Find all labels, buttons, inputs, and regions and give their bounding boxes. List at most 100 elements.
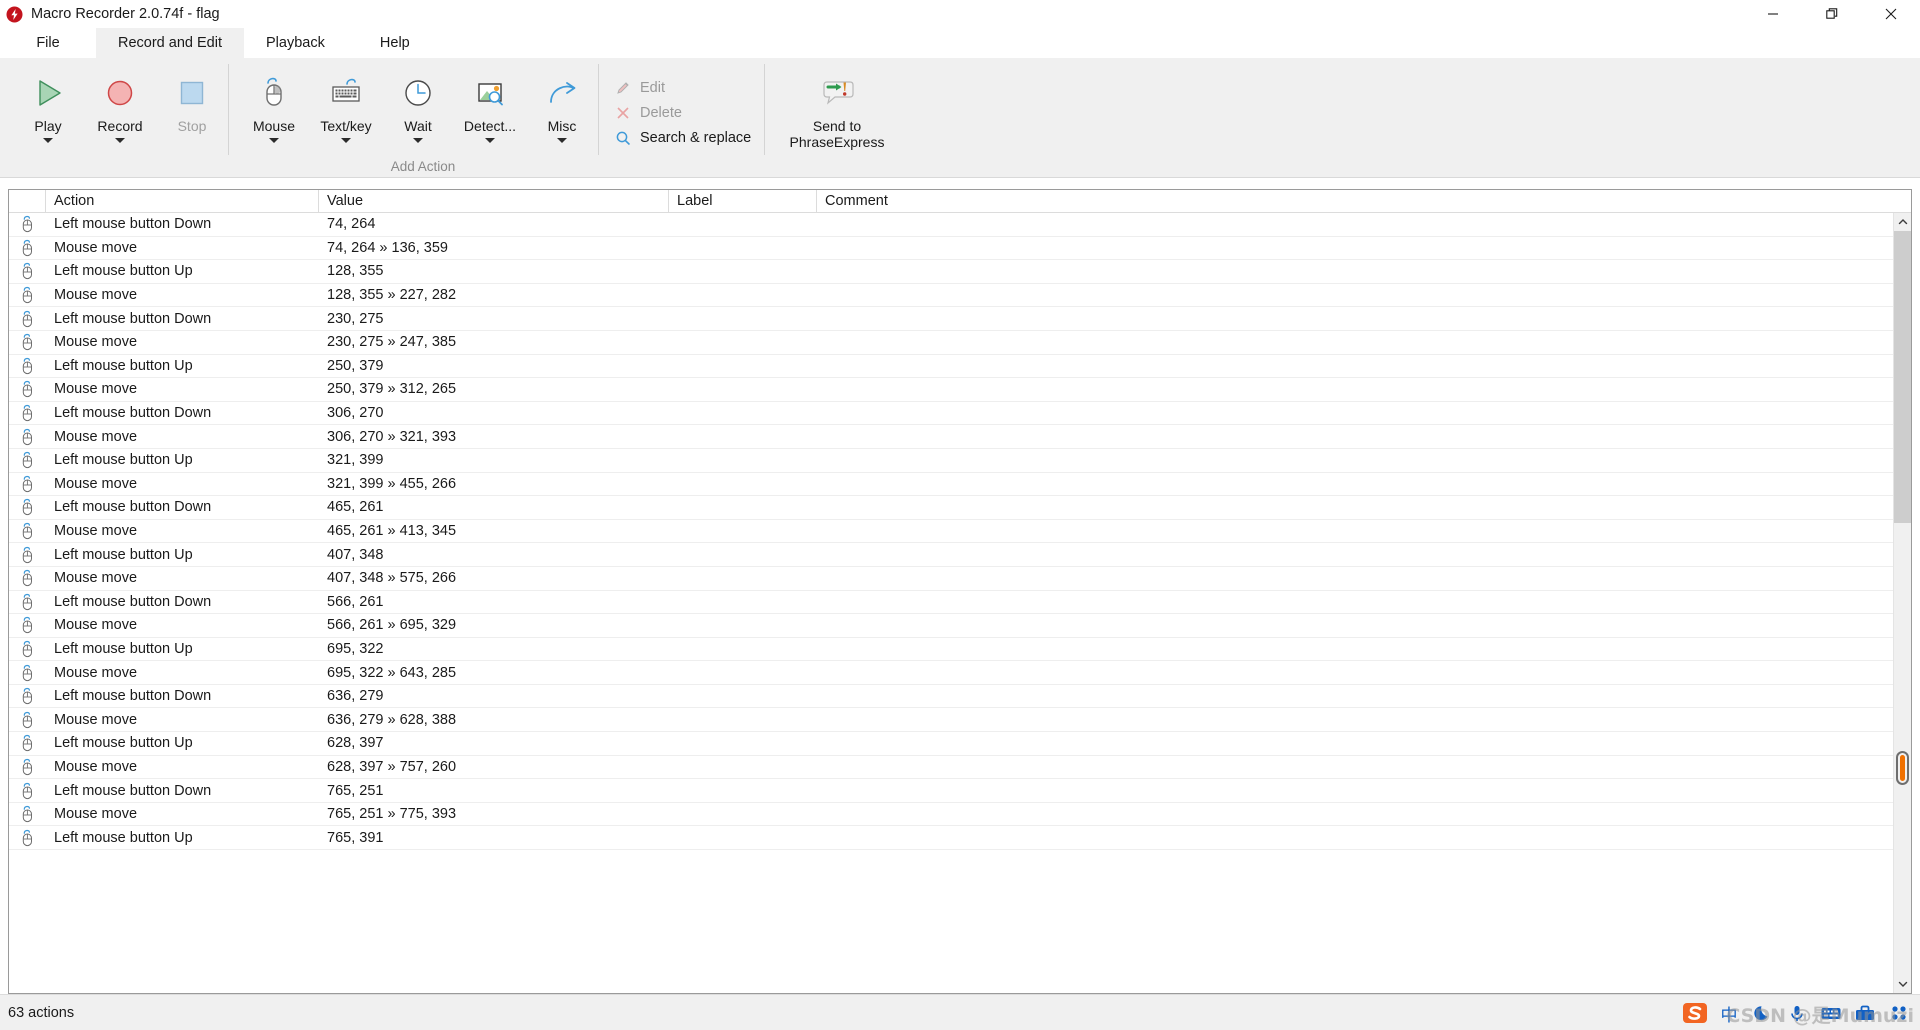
tab-file-label: File bbox=[36, 35, 60, 51]
table-row[interactable]: Left mouse button Down 74, 264 bbox=[9, 213, 1911, 237]
mouse-action-icon bbox=[9, 239, 46, 257]
minimize-button[interactable] bbox=[1743, 0, 1802, 28]
table-row[interactable]: Left mouse button Down 765, 251 bbox=[9, 779, 1911, 803]
row-action: Mouse move bbox=[54, 287, 138, 304]
row-value: 566, 261 » 695, 329 bbox=[327, 617, 457, 634]
microphone-icon[interactable] bbox=[1784, 1000, 1810, 1026]
row-action: Left mouse button Down bbox=[54, 782, 212, 799]
record-button[interactable]: Record bbox=[84, 65, 156, 144]
mouse-action-icon bbox=[9, 428, 46, 446]
mouse-action-icon bbox=[9, 616, 46, 634]
misc-dropdown-caret[interactable] bbox=[557, 138, 567, 144]
table-row[interactable]: Left mouse button Up 407, 348 bbox=[9, 543, 1911, 567]
moon-icon[interactable] bbox=[1750, 1000, 1776, 1026]
row-action: Left mouse button Up bbox=[54, 357, 193, 374]
record-dropdown-caret[interactable] bbox=[115, 138, 125, 144]
delete-command[interactable]: Delete bbox=[612, 100, 764, 125]
menu-dots-icon[interactable] bbox=[1886, 1000, 1912, 1026]
table-row[interactable]: Mouse move 636, 279 » 628, 388 bbox=[9, 708, 1911, 733]
scroll-down-button[interactable] bbox=[1894, 975, 1911, 993]
table-row[interactable]: Left mouse button Up 695, 322 bbox=[9, 638, 1911, 662]
scrollbar-position-marker[interactable] bbox=[1896, 751, 1909, 785]
table-row[interactable]: Mouse move 407, 348 » 575, 266 bbox=[9, 567, 1911, 591]
table-row[interactable]: Mouse move 321, 399 » 455, 266 bbox=[9, 473, 1911, 497]
column-header-label[interactable]: Label bbox=[669, 190, 817, 212]
close-button[interactable] bbox=[1861, 0, 1920, 28]
mouse-icon bbox=[257, 73, 291, 113]
row-value: 321, 399 bbox=[327, 452, 384, 469]
tab-playback[interactable]: Playback bbox=[244, 28, 347, 58]
table-row[interactable]: Mouse move 628, 397 » 757, 260 bbox=[9, 756, 1911, 780]
table-header-row: Action Value Label Comment bbox=[9, 190, 1911, 213]
table-row[interactable]: Mouse move 230, 275 » 247, 385 bbox=[9, 331, 1911, 355]
play-button[interactable]: Play bbox=[12, 65, 84, 144]
mouse-button[interactable]: Mouse bbox=[238, 65, 310, 144]
keyboard-icon[interactable] bbox=[1818, 1000, 1844, 1026]
column-header-action[interactable]: Action bbox=[46, 190, 319, 212]
table-row[interactable]: Left mouse button Up 628, 397 bbox=[9, 732, 1911, 756]
table-row[interactable]: Left mouse button Down 566, 261 bbox=[9, 591, 1911, 615]
detect-button[interactable]: Detect... bbox=[454, 65, 526, 144]
sogou-logo-icon[interactable] bbox=[1682, 1000, 1708, 1026]
textkey-dropdown-caret[interactable] bbox=[341, 138, 351, 144]
table-row[interactable]: Left mouse button Up 250, 379 bbox=[9, 355, 1911, 379]
mouse-action-icon bbox=[9, 758, 46, 776]
stop-button[interactable]: Stop bbox=[156, 65, 228, 134]
table-row[interactable]: Left mouse button Up 321, 399 bbox=[9, 449, 1911, 473]
table-row[interactable]: Left mouse button Down 306, 270 bbox=[9, 402, 1911, 426]
mouse-action-icon bbox=[9, 664, 46, 682]
mouse-action-icon bbox=[9, 522, 46, 540]
table-row[interactable]: Mouse move 765, 251 » 775, 393 bbox=[9, 803, 1911, 827]
scrollbar-marker-bar bbox=[1900, 755, 1905, 781]
send-to-phraseexpress-button[interactable]: Send to PhraseExpress bbox=[776, 65, 898, 150]
play-dropdown-caret[interactable] bbox=[43, 138, 53, 144]
column-header-value[interactable]: Value bbox=[319, 190, 669, 212]
maximize-button[interactable] bbox=[1802, 0, 1861, 28]
tab-help[interactable]: Help bbox=[347, 28, 443, 58]
row-action: Mouse move bbox=[54, 711, 138, 728]
column-header-comment[interactable]: Comment bbox=[817, 190, 1911, 212]
tab-file[interactable]: File bbox=[0, 28, 96, 58]
minimize-icon bbox=[1767, 13, 1778, 15]
vertical-scrollbar[interactable] bbox=[1893, 213, 1911, 993]
edit-command[interactable]: Edit bbox=[612, 75, 764, 100]
table-row[interactable]: Left mouse button Down 636, 279 bbox=[9, 685, 1911, 709]
row-action: Left mouse button Up bbox=[54, 735, 193, 752]
detect-dropdown-caret[interactable] bbox=[485, 138, 495, 144]
scroll-up-button[interactable] bbox=[1894, 213, 1911, 231]
mouse-action-icon bbox=[9, 310, 46, 328]
table-row[interactable]: Mouse move 566, 261 » 695, 329 bbox=[9, 614, 1911, 638]
table-row[interactable]: Mouse move 250, 379 » 312, 265 bbox=[9, 378, 1911, 402]
wait-button[interactable]: Wait bbox=[382, 65, 454, 144]
table-row[interactable]: Mouse move 128, 355 » 227, 282 bbox=[9, 284, 1911, 308]
row-value: 628, 397 » 757, 260 bbox=[327, 758, 457, 775]
row-action: Left mouse button Down bbox=[54, 593, 212, 610]
search-replace-command[interactable]: Search & replace bbox=[612, 125, 764, 150]
table-row[interactable]: Left mouse button Down 230, 275 bbox=[9, 307, 1911, 331]
table-row[interactable]: Mouse move 465, 261 » 413, 345 bbox=[9, 520, 1911, 544]
mouse-dropdown-caret[interactable] bbox=[269, 138, 279, 144]
row-value: 695, 322 bbox=[327, 640, 384, 657]
column-header-icon[interactable] bbox=[9, 190, 46, 212]
keyboard-icon bbox=[328, 73, 364, 113]
row-action: Left mouse button Up bbox=[54, 263, 193, 280]
row-action: Mouse move bbox=[54, 523, 138, 540]
toolbox-icon[interactable] bbox=[1852, 1000, 1878, 1026]
wait-dropdown-caret[interactable] bbox=[413, 138, 423, 144]
scrollbar-thumb[interactable] bbox=[1894, 231, 1911, 523]
tab-record-and-edit[interactable]: Record and Edit bbox=[96, 28, 244, 58]
x-mark-icon bbox=[612, 104, 634, 122]
table-row[interactable]: Mouse move 695, 322 » 643, 285 bbox=[9, 661, 1911, 685]
table-row[interactable]: Mouse move 74, 264 » 136, 359 bbox=[9, 237, 1911, 261]
table-row[interactable]: Left mouse button Up 128, 355 bbox=[9, 260, 1911, 284]
misc-button[interactable]: Misc bbox=[526, 65, 598, 144]
textkey-button[interactable]: Text/key bbox=[310, 65, 382, 144]
table-row[interactable]: Mouse move 306, 270 » 321, 393 bbox=[9, 425, 1911, 449]
mouse-action-icon bbox=[9, 711, 46, 729]
table-row[interactable]: Left mouse button Up 765, 391 bbox=[9, 826, 1911, 851]
table-row[interactable]: Left mouse button Down 465, 261 bbox=[9, 496, 1911, 520]
ribbon-group-edit: Edit Delete Search & replace bbox=[598, 58, 764, 177]
ime-mode-chinese[interactable]: 中 bbox=[1716, 1000, 1742, 1026]
send-to-phraseexpress-label: Send to PhraseExpress bbox=[790, 118, 885, 150]
restore-icon bbox=[1825, 8, 1837, 19]
